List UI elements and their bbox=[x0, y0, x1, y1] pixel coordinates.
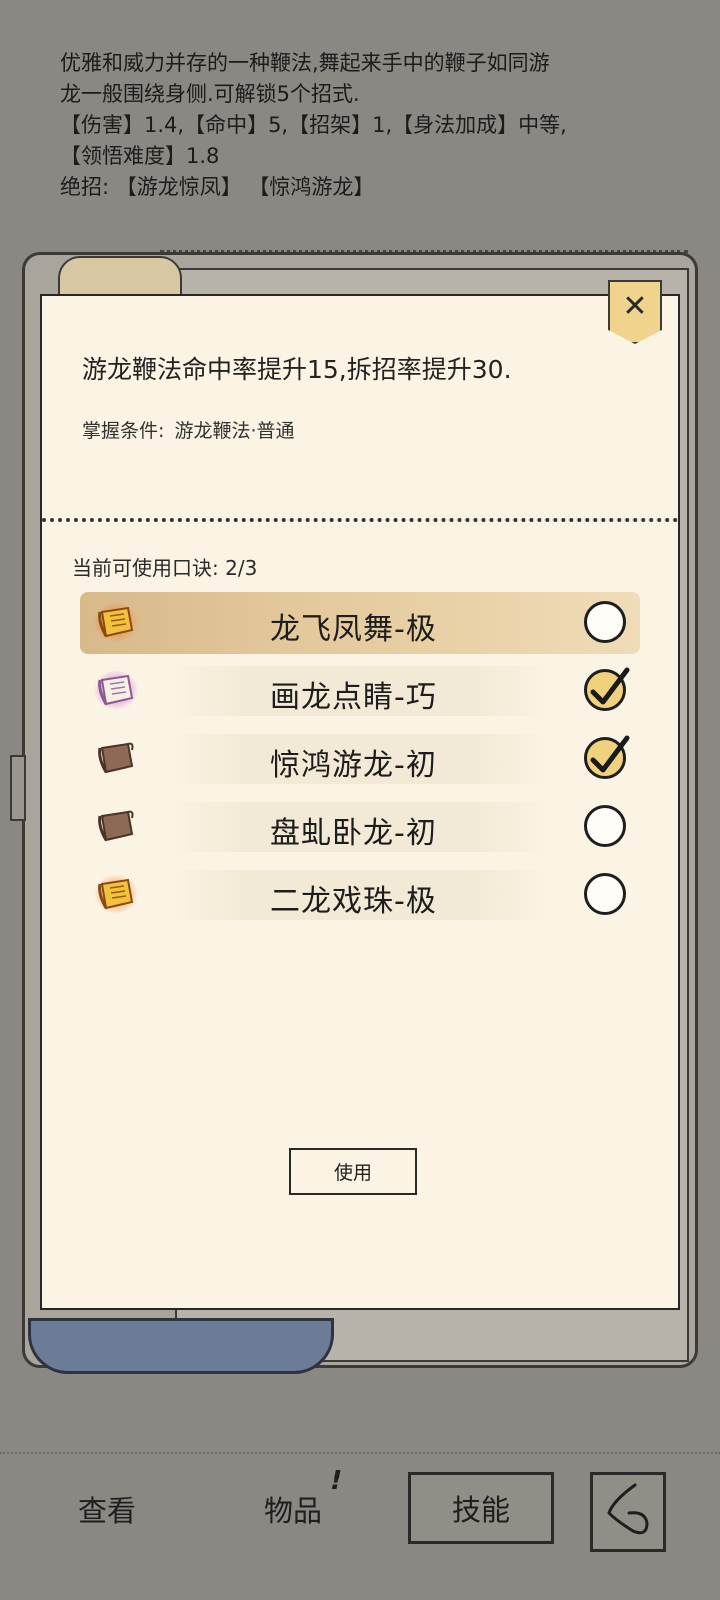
skill-name: 龙飞凤舞-极 bbox=[270, 612, 437, 647]
purple-scroll-icon bbox=[94, 670, 138, 710]
available-mantras: 当前可使用口诀: 2/3 bbox=[72, 552, 257, 581]
mastery-condition: 掌握条件: 游龙鞭法·普通 bbox=[82, 416, 299, 443]
skill-row[interactable]: 龙飞凤舞-极 bbox=[80, 592, 640, 654]
skill-row[interactable]: 惊鸿游龙-初 bbox=[80, 728, 640, 790]
skill-name: 二龙戏珠-极 bbox=[270, 884, 437, 919]
skill-description: 优雅和威力并存的一种鞭法,舞起来手中的鞭子如同游 龙一般围绕身侧.可解锁5个招式… bbox=[60, 48, 680, 203]
nav-skills-label: 技能 bbox=[451, 1493, 510, 1527]
description-line: 【领悟难度】1.8 bbox=[60, 144, 220, 168]
divider bbox=[42, 518, 678, 522]
effect-text: 游龙鞭法命中率提升15,拆招率提升30. bbox=[82, 355, 512, 384]
description-line: 【伤害】1.4,【命中】5,【招架】1,【身法加成】中等, bbox=[60, 113, 567, 137]
skill-row[interactable]: 盘虬卧龙-初 bbox=[80, 796, 640, 858]
brown-scroll-icon bbox=[98, 742, 134, 774]
skill-name: 盘虬卧龙-初 bbox=[270, 816, 437, 851]
available-label: 当前可使用口诀: bbox=[72, 556, 219, 580]
mastery-value: 游龙鞭法·普通 bbox=[174, 420, 295, 442]
skill-name: 画龙点睛-巧 bbox=[270, 680, 437, 715]
skill-checkbox[interactable] bbox=[584, 601, 626, 643]
divider bbox=[0, 1452, 720, 1456]
close-icon: ✕ bbox=[622, 289, 648, 324]
description-line: 龙一般围绕身侧.可解锁5个招式. bbox=[60, 82, 360, 106]
description-line: 优雅和威力并存的一种鞭法,舞起来手中的鞭子如同游 bbox=[60, 51, 550, 75]
use-button[interactable]: 使用 bbox=[289, 1148, 417, 1195]
mastery-label: 掌握条件: bbox=[82, 420, 165, 442]
skill-row[interactable]: 二龙戏珠-极 bbox=[80, 864, 640, 926]
nav-skills-button[interactable]: 技能 bbox=[408, 1472, 554, 1544]
skill-checkbox[interactable] bbox=[584, 667, 630, 711]
description-line: 绝招: 【游龙惊凤】 【惊鸿游龙】 bbox=[60, 175, 375, 199]
back-arrow-icon bbox=[607, 1483, 649, 1535]
gold-scroll-icon bbox=[94, 874, 138, 914]
skill-checkbox[interactable] bbox=[584, 805, 626, 847]
side-tab bbox=[10, 755, 26, 821]
brown-scroll-icon bbox=[98, 810, 134, 842]
nav-view-button[interactable]: 查看 bbox=[78, 1488, 136, 1530]
skill-checkbox[interactable] bbox=[584, 735, 630, 779]
checkmark-icon bbox=[590, 735, 630, 773]
skill-checkbox[interactable] bbox=[584, 873, 626, 915]
gold-scroll-icon bbox=[94, 602, 138, 642]
skill-name: 惊鸿游龙-初 bbox=[270, 748, 437, 783]
back-button[interactable] bbox=[590, 1472, 666, 1552]
scroll-bottom-roll bbox=[28, 1318, 334, 1374]
skill-row[interactable]: 画龙点睛-巧 bbox=[80, 660, 640, 722]
nav-items-button[interactable]: 物品 bbox=[264, 1488, 322, 1530]
checkmark-icon bbox=[590, 667, 630, 705]
available-count: 2/3 bbox=[225, 556, 258, 580]
items-alert-badge: ! bbox=[326, 1466, 346, 1496]
